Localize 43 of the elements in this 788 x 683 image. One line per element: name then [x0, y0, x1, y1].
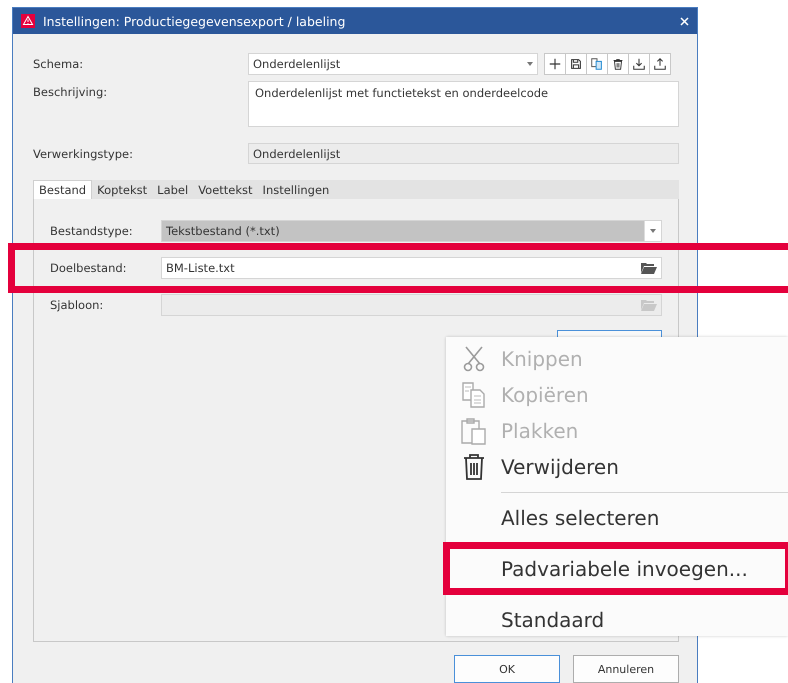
- file-path-field[interactable]: BM-Liste.txt: [161, 257, 662, 279]
- tab[interactable]: Koptekst: [92, 181, 152, 199]
- processing-type-field: Onderdelenlijst: [248, 143, 679, 164]
- trash-icon: [611, 56, 625, 72]
- tab[interactable]: Bestand: [33, 180, 92, 199]
- menu-item[interactable]: Verwijderen: [446, 449, 788, 485]
- field-label: Bestandstype:: [50, 224, 134, 238]
- save-icon: [569, 56, 583, 72]
- copy-icon: [590, 56, 604, 72]
- dialog-button[interactable]: OK: [454, 655, 560, 683]
- trash-icon: [462, 453, 484, 481]
- trash-icon-button[interactable]: [607, 53, 629, 75]
- plus-icon-button[interactable]: [544, 53, 566, 75]
- upload-icon: [653, 56, 667, 72]
- file-type-dropdown[interactable]: Tekstbestand (*.txt): [161, 220, 662, 242]
- close-icon[interactable]: [680, 16, 689, 26]
- copy-icon: [462, 382, 486, 408]
- warning-icon: [21, 14, 35, 28]
- menu-item[interactable]: Standaard: [446, 602, 788, 638]
- schema-dropdown[interactable]: Onderdelenlijst: [248, 53, 538, 75]
- upload-icon-button[interactable]: [649, 53, 671, 75]
- plus-icon: [548, 56, 562, 72]
- scissors-icon: [462, 346, 484, 372]
- menu-item[interactable]: Alles selecteren: [446, 500, 788, 536]
- caret-icon: [650, 229, 656, 233]
- field-label: Sjabloon:: [50, 298, 104, 312]
- tab[interactable]: Instellingen: [258, 181, 334, 199]
- field-label: Schema:: [33, 56, 84, 71]
- folder-icon[interactable]: [641, 262, 657, 274]
- window-title: Instellingen: Productiegegevensexport / labeling: [43, 14, 346, 28]
- tab[interactable]: Label: [152, 181, 194, 199]
- field-label: Verwerkingstype:: [33, 146, 134, 161]
- copy-icon-button[interactable]: [586, 53, 608, 75]
- save-icon-button[interactable]: [565, 53, 587, 75]
- dialog-button[interactable]: Annuleren: [573, 655, 679, 683]
- clipboard-icon: [460, 417, 486, 445]
- tab[interactable]: Voettekst: [193, 181, 258, 199]
- download-icon-button[interactable]: [628, 53, 650, 75]
- field-label: Beschrijving:: [33, 84, 108, 99]
- download-icon: [632, 56, 646, 72]
- caret-icon: [527, 62, 533, 66]
- description-field[interactable]: Onderdelenlijst met functietekst en onderdeelcode: [248, 81, 679, 127]
- field-label: Doelbestand:: [50, 261, 128, 275]
